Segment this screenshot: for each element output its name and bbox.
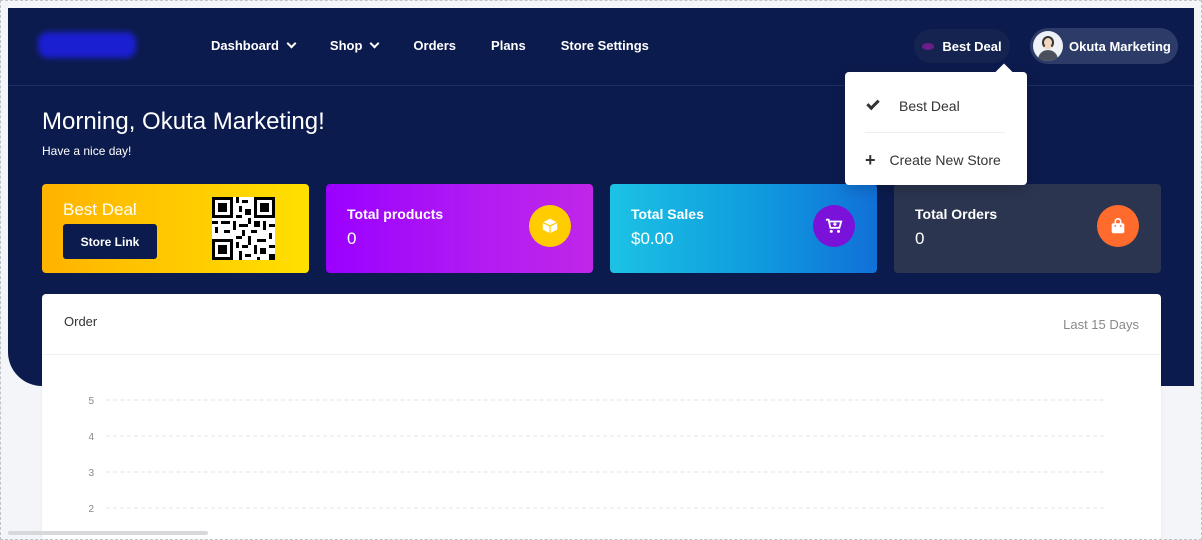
dropdown-item-best-deal[interactable]: Best Deal bbox=[865, 96, 960, 114]
card-title: Total products bbox=[347, 206, 444, 222]
nav-item-dashboard[interactable]: Dashboard bbox=[211, 38, 297, 53]
logo[interactable] bbox=[38, 32, 136, 58]
card-title: Total Sales bbox=[631, 206, 704, 222]
store-link-button[interactable]: Store Link bbox=[63, 224, 157, 259]
total-sales-card: Total Sales $0.00 bbox=[610, 184, 877, 273]
chevron-down-icon bbox=[369, 38, 380, 49]
dropdown-divider bbox=[865, 132, 1005, 133]
order-line-chart: 5 4 3 2 bbox=[88, 396, 1107, 515]
order-chart-card: Order Last 15 Days 5432 bbox=[42, 294, 1161, 540]
dropdown-item-label: Create New Store bbox=[889, 152, 1001, 168]
nav-item-label: Orders bbox=[413, 38, 457, 53]
store-card: Best Deal Store Link bbox=[42, 184, 309, 273]
store-switcher-button[interactable]: Best Deal bbox=[914, 29, 1010, 63]
nav-item-label: Store Settings bbox=[560, 38, 649, 53]
box-icon bbox=[529, 205, 571, 247]
cart-icon bbox=[813, 205, 855, 247]
card-value: 0 bbox=[347, 229, 357, 248]
total-orders-card: Total Orders 0 bbox=[894, 184, 1161, 273]
nav-item-orders[interactable]: Orders bbox=[413, 38, 456, 53]
nav-item-label: Plans bbox=[491, 38, 526, 53]
nav-item-label: Shop bbox=[329, 38, 363, 53]
shopping-bag-icon bbox=[1097, 205, 1139, 247]
check-icon bbox=[866, 96, 880, 111]
horizontal-scrollbar[interactable] bbox=[8, 531, 208, 535]
nav-item-plans[interactable]: Plans bbox=[491, 38, 526, 53]
dropdown-item-create-store[interactable]: + Create New Store bbox=[865, 151, 1001, 169]
card-value: 0 bbox=[915, 229, 925, 248]
eye-icon bbox=[922, 42, 935, 50]
dropdown-item-label: Best Deal bbox=[899, 98, 960, 114]
user-name: Okuta Marketing bbox=[1069, 38, 1171, 54]
card-value: $0.00 bbox=[631, 229, 674, 248]
user-menu-button[interactable]: Okuta Marketing bbox=[1030, 28, 1178, 64]
store-card-title: Best Deal bbox=[63, 200, 137, 219]
nav-item-label: Dashboard bbox=[211, 38, 279, 53]
nav-item-store-settings[interactable]: Store Settings bbox=[561, 38, 649, 53]
chevron-down-icon bbox=[286, 38, 297, 49]
total-products-card: Total products 0 bbox=[326, 184, 593, 273]
plus-icon: + bbox=[865, 150, 876, 170]
y-tick-label: 3 bbox=[88, 468, 94, 479]
nav-item-shop[interactable]: Shop bbox=[329, 38, 380, 53]
store-switcher-label: Best Deal bbox=[942, 38, 1002, 54]
y-tick-label: 4 bbox=[88, 432, 94, 443]
page-subtitle: Have a nice day! bbox=[42, 144, 132, 158]
card-title: Total Orders bbox=[915, 206, 998, 222]
qr-code-icon[interactable] bbox=[212, 197, 275, 260]
main-nav: Dashboard Shop Orders Plans Store Settin… bbox=[211, 38, 684, 53]
avatar bbox=[1033, 31, 1063, 61]
store-dropdown-menu: Best Deal + Create New Store bbox=[845, 72, 1027, 185]
page-title: Morning, Okuta Marketing! bbox=[42, 108, 325, 135]
y-tick-label: 5 bbox=[88, 396, 94, 407]
y-tick-label: 2 bbox=[88, 504, 94, 515]
